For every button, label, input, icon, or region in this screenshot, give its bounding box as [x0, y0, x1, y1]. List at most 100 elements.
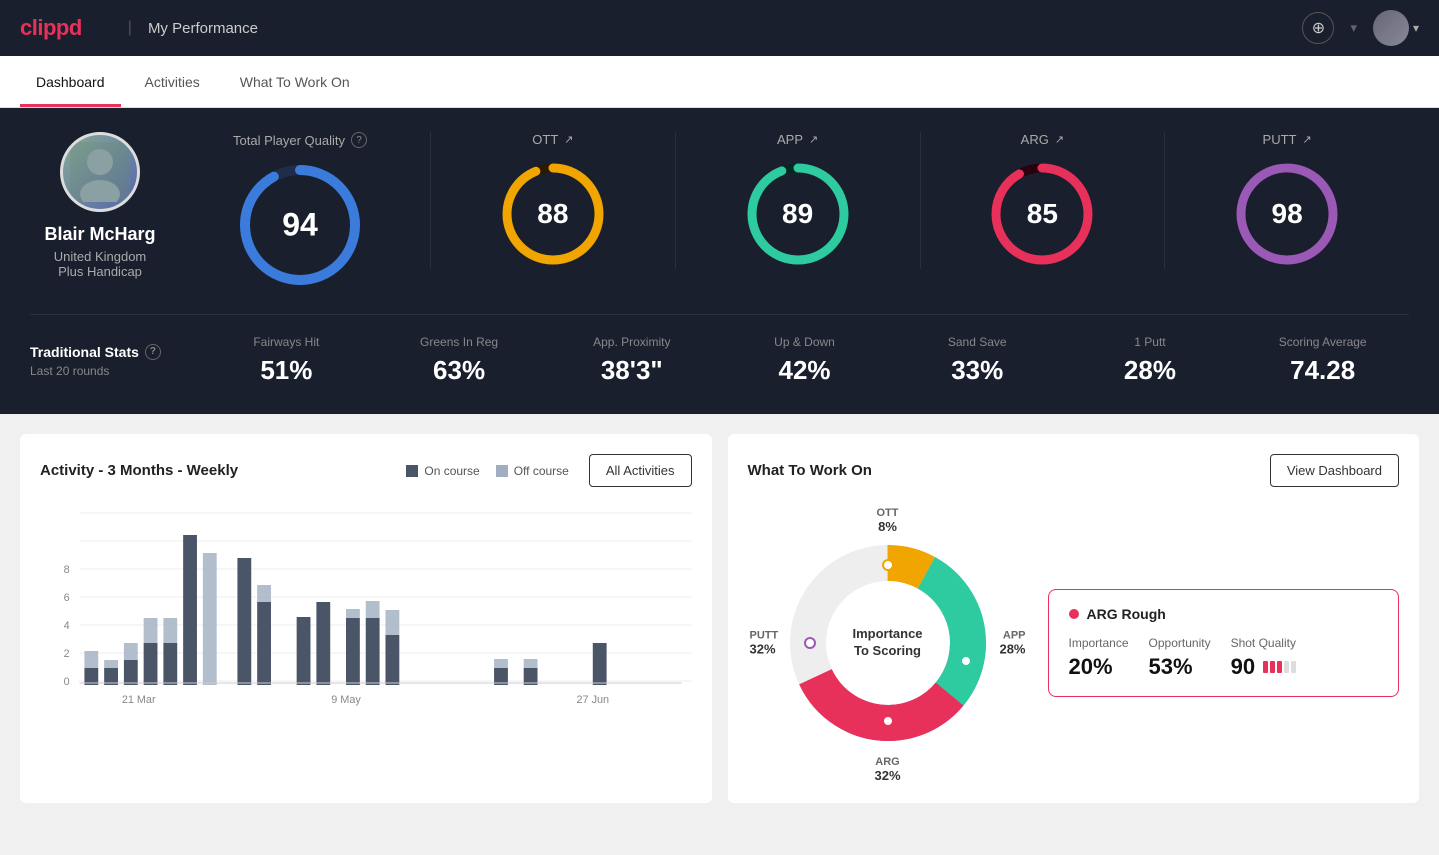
svg-text:21 Mar: 21 Mar — [122, 694, 156, 706]
avatar — [1373, 10, 1409, 46]
app-value: 89 — [782, 198, 813, 230]
what-to-work-on-panel: What To Work On View Dashboard — [728, 434, 1420, 803]
player-info: Blair McHarg United Kingdom Plus Handica… — [30, 132, 170, 279]
arg-value: 85 — [1027, 198, 1058, 230]
header-actions: ⊕ ▾ ▾ — [1302, 10, 1419, 46]
app-circle: 89 — [743, 159, 853, 269]
stat-greens-in-reg: Greens In Reg 63% — [373, 335, 546, 386]
scores-section: OTT ↗ 88 APP ↗ — [430, 132, 1409, 269]
putt-value: 98 — [1272, 198, 1303, 230]
ott-circle: 88 — [498, 159, 608, 269]
traditional-stats: Traditional Stats ? Last 20 rounds Fairw… — [30, 314, 1409, 386]
user-avatar-button[interactable]: ▾ — [1373, 10, 1419, 46]
stat-1-putt: 1 Putt 28% — [1064, 335, 1237, 386]
activity-legend: On course Off course — [406, 464, 569, 478]
wtwon-title: What To Work On — [748, 462, 872, 479]
tpq-section: Total Player Quality ? 94 — [200, 132, 400, 290]
svg-text:4: 4 — [64, 620, 70, 632]
activity-panel-header: Activity - 3 Months - Weekly On course O… — [40, 454, 692, 487]
on-course-legend-box — [406, 465, 418, 477]
tpq-label: Total Player Quality ? — [233, 132, 367, 148]
activity-chart: 0 2 4 6 8 — [40, 503, 692, 723]
app-score-card: APP ↗ 89 — [675, 132, 920, 269]
header-title: My Performance — [148, 20, 258, 37]
trad-stats-sublabel: Last 20 rounds — [30, 364, 200, 378]
wtwon-content: ImportanceTo Scoring OTT 8% APP 28% ARG … — [748, 503, 1400, 783]
activity-panel: Activity - 3 Months - Weekly On course O… — [20, 434, 712, 803]
arg-donut-label: ARG 32% — [874, 756, 900, 783]
arg-score-card: ARG ↗ 85 — [920, 132, 1165, 269]
arg-rough-card: ARG Rough Importance 20% Opportunity 53%… — [1048, 589, 1400, 697]
metric-shot-quality: Shot Quality 90 — [1231, 636, 1296, 680]
tpq-value: 94 — [282, 207, 318, 244]
svg-text:27 Jun: 27 Jun — [577, 694, 610, 706]
player-country: United Kingdom — [54, 249, 147, 264]
legend-off-course: Off course — [496, 464, 569, 478]
bottom-panels: Activity - 3 Months - Weekly On course O… — [0, 414, 1439, 823]
putt-donut-label: PUTT 32% — [750, 630, 779, 657]
activity-chart-svg: 0 2 4 6 8 — [40, 503, 692, 723]
logo: clippd — [20, 15, 82, 41]
metric-opportunity: Opportunity 53% — [1149, 636, 1211, 680]
wtwon-panel-header: What To Work On View Dashboard — [748, 454, 1400, 487]
activity-title: Activity - 3 Months - Weekly — [40, 462, 238, 479]
tab-dashboard[interactable]: Dashboard — [20, 56, 121, 107]
card-title: ARG Rough — [1069, 606, 1379, 622]
all-activities-button[interactable]: All Activities — [589, 454, 692, 487]
add-chevron: ▾ — [1350, 20, 1357, 36]
activity-controls: On course Off course All Activities — [406, 454, 691, 487]
putt-label: PUTT ↗ — [1263, 132, 1312, 147]
arg-circle: 85 — [987, 159, 1097, 269]
player-name: Blair McHarg — [44, 224, 155, 245]
header: clippd | My Performance ⊕ ▾ ▾ — [0, 0, 1439, 56]
avatar — [60, 132, 140, 212]
app-trend-icon: ↗ — [809, 133, 818, 146]
metric-importance: Importance 20% — [1069, 636, 1129, 680]
putt-score-card: PUTT ↗ 98 — [1164, 132, 1409, 269]
card-metrics: Importance 20% Opportunity 53% Shot Qual… — [1069, 636, 1379, 680]
donut-chart-wrapper: ImportanceTo Scoring OTT 8% APP 28% ARG … — [748, 503, 1028, 783]
ott-trend-icon: ↗ — [564, 133, 573, 146]
add-button[interactable]: ⊕ — [1302, 12, 1334, 44]
ott-value: 88 — [537, 198, 568, 230]
arg-label: ARG ↗ — [1021, 132, 1064, 147]
tpq-circle: 94 — [235, 160, 365, 290]
svg-text:8: 8 — [64, 564, 70, 576]
stat-fairways-hit: Fairways Hit 51% — [200, 335, 373, 386]
card-title-text: ARG Rough — [1087, 606, 1166, 622]
view-dashboard-button[interactable]: View Dashboard — [1270, 454, 1399, 487]
trad-help-icon[interactable]: ? — [145, 344, 161, 360]
stat-sand-save: Sand Save 33% — [891, 335, 1064, 386]
putt-trend-icon: ↗ — [1302, 133, 1311, 146]
app-label: APP ↗ — [777, 132, 818, 147]
app-donut-label: APP 28% — [999, 630, 1025, 657]
putt-circle: 98 — [1232, 159, 1342, 269]
avatar-chevron: ▾ — [1413, 21, 1419, 35]
arg-trend-icon: ↗ — [1055, 133, 1064, 146]
tab-bar: Dashboard Activities What To Work On — [0, 56, 1439, 108]
ott-score-card: OTT ↗ 88 — [430, 132, 675, 269]
trad-stats-title: Traditional Stats ? — [30, 344, 200, 360]
svg-text:2: 2 — [64, 648, 70, 660]
svg-text:0: 0 — [64, 676, 70, 688]
ott-donut-label: OTT 8% — [877, 507, 899, 534]
shot-quality-bar — [1263, 661, 1296, 673]
tpq-help-icon[interactable]: ? — [351, 132, 367, 148]
off-course-legend-box — [496, 465, 508, 477]
tab-activities[interactable]: Activities — [129, 56, 216, 107]
stat-up-and-down: Up & Down 42% — [718, 335, 891, 386]
avatar-image — [70, 142, 130, 202]
dashboard-banner: Blair McHarg United Kingdom Plus Handica… — [0, 108, 1439, 414]
stat-scoring-avg: Scoring Average 74.28 — [1236, 335, 1409, 386]
player-handicap: Plus Handicap — [58, 264, 142, 279]
legend-on-course: On course — [406, 464, 479, 478]
card-dot — [1069, 609, 1079, 619]
tab-what-to-work-on[interactable]: What To Work On — [224, 56, 366, 107]
svg-text:6: 6 — [64, 592, 70, 604]
ott-label: OTT ↗ — [532, 132, 573, 147]
donut-chart-svg — [748, 503, 1028, 783]
stat-app-proximity: App. Proximity 38'3" — [545, 335, 718, 386]
plus-icon: ⊕ — [1312, 18, 1325, 38]
svg-text:9 May: 9 May — [331, 694, 361, 706]
trad-stats-label: Traditional Stats ? Last 20 rounds — [30, 344, 200, 378]
